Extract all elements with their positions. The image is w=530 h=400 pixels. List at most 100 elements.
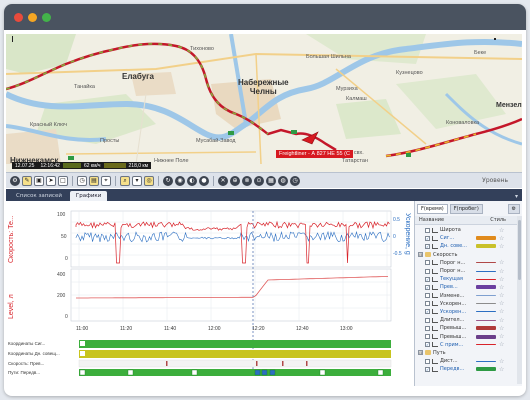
series-style-swatch[interactable]: [476, 303, 496, 305]
favorite-star-icon[interactable]: ☆: [499, 235, 504, 242]
play-icon[interactable]: ✕: [218, 175, 228, 186]
record-icon[interactable]: ⊕: [230, 175, 240, 186]
location-icon[interactable]: ⌖: [101, 175, 111, 186]
favorite-star-icon[interactable]: ☆: [499, 366, 504, 373]
series-checkbox[interactable]: [425, 325, 430, 331]
favorite-star-icon[interactable]: ☆: [499, 243, 504, 250]
series-style-swatch[interactable]: [476, 262, 496, 264]
map-view[interactable]: Елабуга Набережные Челны Нижнекамск Менз…: [6, 34, 522, 172]
pin-icon[interactable]: ▾: [515, 191, 518, 201]
search-icon[interactable]: ⌕: [120, 175, 130, 186]
series-style-swatch[interactable]: [476, 367, 496, 372]
expand-toggle-icon[interactable]: ⊟: [418, 252, 423, 258]
series-checkbox[interactable]: [425, 358, 430, 364]
series-item[interactable]: Измене... ☆: [418, 292, 522, 300]
series-style-swatch[interactable]: [476, 319, 496, 321]
layers-icon[interactable]: ◐: [187, 175, 197, 186]
series-checkbox[interactable]: [425, 227, 430, 233]
series-item[interactable]: Превыш... ☆: [418, 324, 522, 332]
globe-icon[interactable]: ◉: [175, 175, 185, 186]
expand-toggle-icon[interactable]: ⊟: [418, 350, 423, 356]
map-icon[interactable]: ◍: [278, 175, 288, 186]
car-icon[interactable]: ▣: [34, 175, 44, 186]
series-group[interactable]: ⊟ Путь: [418, 349, 522, 357]
series-item[interactable]: Широта ☆: [418, 226, 522, 234]
refresh-icon[interactable]: ↻: [163, 175, 173, 186]
favorite-star-icon[interactable]: ☆: [499, 276, 504, 283]
chart-pane[interactable]: Скорость: Те... Level, л Ускорение, g 10…: [6, 201, 412, 386]
series-item[interactable]: ✓ Ускорен... ☆: [418, 308, 522, 316]
series-item[interactable]: ✓ Сиг... ☆: [418, 234, 522, 242]
series-checkbox[interactable]: ✓: [425, 243, 430, 249]
tab-charts[interactable]: Графики: [69, 191, 108, 201]
series-item[interactable]: ✓ Дн. сове... ☆: [418, 242, 522, 250]
series-item[interactable]: ✓ Текущая ☆: [418, 275, 522, 283]
series-item[interactable]: ✓ Прев... ☆: [418, 283, 522, 291]
maximize-window-button[interactable]: [42, 12, 51, 22]
series-item[interactable]: Длител... ☆: [418, 316, 522, 324]
series-item[interactable]: Дист... ☆: [418, 357, 522, 365]
series-checkbox[interactable]: ✓: [425, 276, 430, 282]
favorite-star-icon[interactable]: ☆: [499, 227, 504, 234]
series-style-swatch[interactable]: [476, 295, 496, 297]
favorite-star-icon[interactable]: ☆: [499, 341, 504, 348]
vehicle-label[interactable]: Freightliner - А 827 НЕ 55 (С: [276, 150, 353, 158]
square-icon[interactable]: □: [58, 175, 68, 186]
film-icon[interactable]: ▤: [89, 175, 99, 186]
series-style-swatch[interactable]: [476, 285, 496, 290]
favorite-star-icon[interactable]: ☆: [499, 259, 504, 266]
series-style-swatch[interactable]: [476, 244, 496, 249]
series-checkbox[interactable]: [425, 317, 430, 323]
clock-icon[interactable]: ◷: [77, 175, 87, 186]
tab-records-list[interactable]: Список записей: [10, 191, 68, 201]
series-checkbox[interactable]: [425, 334, 430, 340]
favorite-star-icon[interactable]: ☆: [499, 284, 504, 291]
arrow-icon[interactable]: ➤: [46, 175, 56, 186]
tab-f-distance[interactable]: F(пробег): [449, 204, 483, 214]
series-item[interactable]: Порог н... ☆: [418, 259, 522, 267]
series-checkbox[interactable]: ✓: [425, 284, 430, 290]
target-icon[interactable]: ◎: [144, 175, 154, 186]
series-item[interactable]: ✓ С прим... ☆: [418, 341, 522, 349]
series-style-swatch[interactable]: [476, 344, 496, 346]
scrollbar-thumb[interactable]: [518, 220, 521, 280]
timer-icon[interactable]: ◷: [290, 175, 300, 186]
series-style-swatch[interactable]: [476, 311, 496, 313]
series-item[interactable]: Порог н... ☆: [418, 267, 522, 275]
tab-f-time[interactable]: F(время): [417, 204, 448, 214]
favorite-star-icon[interactable]: ☆: [499, 333, 504, 340]
zoom-level-dropdown[interactable]: Уровень: [482, 177, 508, 184]
favorite-star-icon[interactable]: ☆: [499, 292, 504, 299]
close-window-button[interactable]: [14, 12, 23, 22]
series-checkbox[interactable]: ✓: [425, 366, 430, 372]
series-checkbox[interactable]: ✓: [425, 309, 430, 315]
series-style-swatch[interactable]: [476, 278, 496, 280]
favorite-star-icon[interactable]: ☆: [499, 358, 504, 365]
series-item[interactable]: Превыш... ☆: [418, 332, 522, 340]
favorite-star-icon[interactable]: ☆: [499, 317, 504, 324]
series-style-swatch[interactable]: [476, 236, 496, 241]
paint-icon[interactable]: ✎: [22, 175, 32, 186]
series-style-swatch[interactable]: [476, 334, 496, 339]
series-style-swatch[interactable]: [476, 270, 496, 272]
favorite-star-icon[interactable]: ☆: [499, 325, 504, 332]
series-checkbox[interactable]: [425, 301, 430, 307]
series-settings-icon[interactable]: ⚙: [507, 204, 520, 214]
series-checkbox[interactable]: [425, 260, 430, 266]
series-item[interactable]: Ускорен... ☆: [418, 300, 522, 308]
filter-icon[interactable]: ⊗: [242, 175, 252, 186]
series-item[interactable]: ✓ Передв... ☆: [418, 365, 522, 373]
favorite-star-icon[interactable]: ☆: [499, 268, 504, 275]
series-checkbox[interactable]: [425, 268, 430, 274]
zoom-icon[interactable]: ▾: [132, 175, 142, 186]
series-group[interactable]: ⊟ Скорость: [418, 251, 522, 259]
minimize-window-button[interactable]: [28, 12, 37, 22]
series-style-swatch[interactable]: [476, 228, 496, 232]
series-checkbox[interactable]: ✓: [425, 342, 430, 348]
settings-icon[interactable]: ⚙: [10, 175, 20, 186]
favorite-star-icon[interactable]: ☆: [499, 308, 504, 315]
series-checkbox[interactable]: [425, 293, 430, 299]
favorite-star-icon[interactable]: ☆: [499, 300, 504, 307]
series-scrollbar[interactable]: [517, 216, 522, 384]
grid-icon[interactable]: ▦: [266, 175, 276, 186]
